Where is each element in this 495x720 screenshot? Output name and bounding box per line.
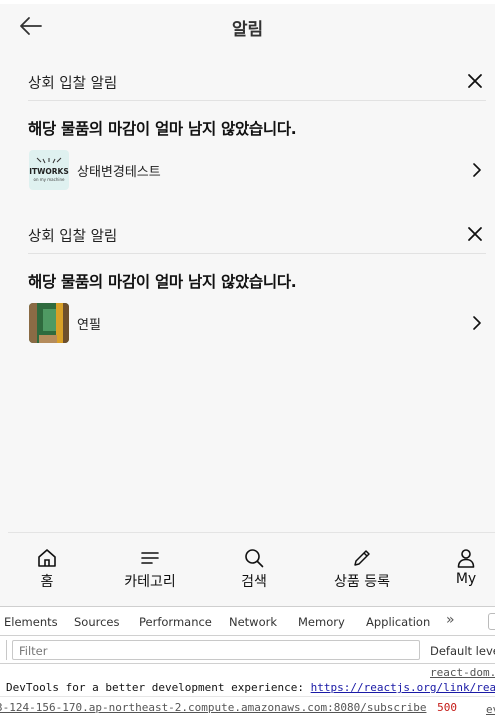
console-source-link[interactable]: react-dom. [430, 666, 495, 679]
tab-performance[interactable]: Performance [139, 615, 212, 629]
tab-label: 상품 등록 [334, 574, 390, 590]
search-icon [245, 549, 264, 568]
tab-label: 카테고리 [124, 574, 176, 590]
notification-type: 상회 입찰 알림 [28, 76, 118, 92]
notification-item-link[interactable]: 연필 [28, 302, 486, 344]
item-thumbnail: ITWORKS on my machine [29, 150, 69, 190]
request-url-link[interactable]: 3-124-156-170.ap-northeast-2.compute.ama… [0, 701, 426, 714]
tab-label: 검색 [241, 574, 267, 590]
tab-label: 홈 [40, 574, 54, 590]
panel-toggle-icon[interactable] [488, 613, 495, 630]
pencil-photo-image [29, 303, 69, 343]
tab-my[interactable]: My [431, 547, 495, 597]
devtools-panel: Elements Sources Performance Network Mem… [0, 606, 495, 720]
chevron-right-icon [473, 316, 481, 330]
home-icon [38, 549, 56, 567]
console-error-line: 3-124-156-170.ap-northeast-2.compute.ama… [0, 701, 457, 714]
tab-label: My [455, 571, 477, 587]
divider [0, 696, 495, 697]
divider [6, 640, 7, 660]
notification-card: 상회 입찰 알림 해당 물품의 마감이 얼마 남지 않았습니다. 연필 [28, 218, 486, 344]
log-level-select[interactable]: Default levels [430, 644, 495, 658]
tab-application[interactable]: Application [366, 615, 430, 629]
filter-input[interactable]: Filter [12, 640, 420, 660]
status-code: 500 [437, 701, 457, 714]
notification-message: 해당 물품의 마감이 얼마 남지 않았습니다. [28, 120, 297, 138]
notification-message: 해당 물품의 마감이 얼마 남지 않았습니다. [28, 273, 297, 291]
console-filter-bar: Filter Default levels [0, 636, 495, 664]
console-message: DevTools for a better development experi… [6, 681, 495, 694]
logo-bottom-text: on my machine [34, 177, 66, 182]
notification-card: 상회 입찰 알림 해당 물품의 마감이 얼마 남지 않았습니다. ITWORKS… [28, 65, 486, 191]
react-docs-link[interactable]: https://reactjs.org/link/rea [311, 681, 495, 694]
item-name: 상태변경테스트 [77, 165, 161, 180]
notification-type: 상회 입찰 알림 [28, 229, 118, 245]
user-icon [457, 549, 475, 568]
devtools-tab-bar: Elements Sources Performance Network Mem… [0, 607, 495, 636]
tab-sources[interactable]: Sources [74, 615, 120, 629]
itworks-logo-image: ITWORKS on my machine [29, 157, 69, 182]
notification-item-link[interactable]: ITWORKS on my machine 상태변경테스트 [28, 149, 486, 191]
tab-category[interactable]: 카테고리 [115, 547, 185, 597]
chevron-right-icon [473, 163, 481, 177]
close-icon[interactable] [467, 73, 483, 89]
tab-network[interactable]: Network [229, 615, 277, 629]
app-screen: 알림 상회 입찰 알림 해당 물품의 마감이 얼마 남지 않았습니다. ITWO… [0, 0, 495, 606]
tab-memory[interactable]: Memory [298, 615, 345, 629]
tab-register[interactable]: 상품 등록 [327, 547, 397, 597]
tab-elements[interactable]: Elements [4, 615, 58, 629]
tab-search[interactable]: 검색 [219, 547, 289, 597]
notification-header: 상회 입찰 알림 [28, 218, 486, 254]
pencil-icon [354, 550, 370, 566]
item-thumbnail [29, 303, 69, 343]
bottom-tab-bar: 홈 카테고리 검색 상품 등록 My [8, 532, 495, 606]
console-hint-text: DevTools for a better development experi… [6, 681, 305, 694]
close-icon[interactable] [467, 226, 483, 242]
page-title: 알림 [231, 20, 264, 40]
item-name: 연필 [77, 318, 101, 333]
logo-top-text: ITWORKS [29, 167, 69, 176]
notification-header: 상회 입찰 알림 [28, 65, 486, 101]
more-tabs-icon[interactable]: » [446, 612, 455, 628]
header: 알림 [0, 4, 495, 48]
console-source-link[interactable]: ev [486, 703, 495, 716]
tab-home[interactable]: 홈 [12, 547, 82, 597]
menu-lines-icon [141, 552, 159, 564]
console-output: react-dom. DevTools for a better develop… [0, 664, 495, 720]
